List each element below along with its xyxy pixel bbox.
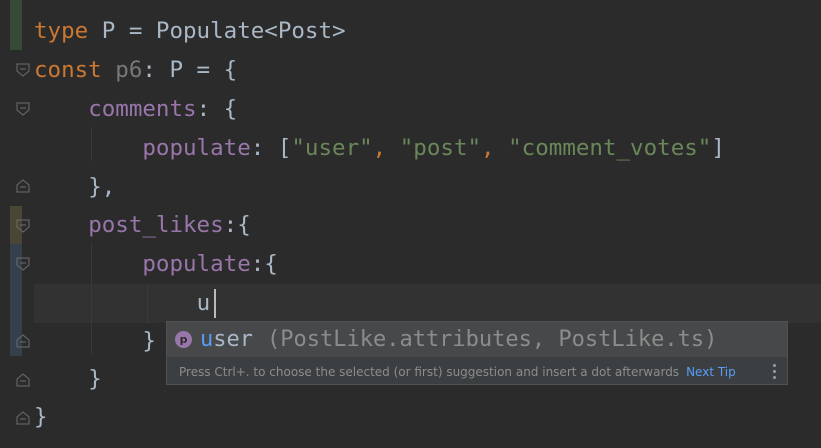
fold-end-icon[interactable] bbox=[16, 411, 30, 425]
completion-popup: p user (PostLike.attributes, PostLike.ts… bbox=[166, 321, 788, 385]
completion-item[interactable]: p user (PostLike.attributes, PostLike.ts… bbox=[167, 322, 787, 357]
fold-end-icon[interactable] bbox=[16, 373, 30, 387]
vcs-change-marker[interactable] bbox=[10, 0, 22, 50]
keyword: const bbox=[34, 57, 102, 83]
completion-match: u bbox=[200, 327, 214, 352]
code-line-8[interactable]: u bbox=[34, 284, 211, 323]
string-literal: "comment_votes" bbox=[508, 135, 712, 161]
comma: , bbox=[481, 135, 509, 161]
code-text: }, bbox=[88, 174, 116, 200]
code-text: : [ bbox=[250, 135, 292, 161]
fold-start-icon[interactable] bbox=[16, 219, 30, 233]
code-line-7[interactable]: populate:{ bbox=[34, 245, 278, 284]
property-name: post_likes bbox=[88, 212, 224, 238]
text-caret bbox=[214, 289, 216, 318]
code-text: ] bbox=[711, 135, 725, 161]
property-name: comments bbox=[88, 96, 197, 122]
property-kind-icon: p bbox=[175, 331, 192, 348]
code-text: } bbox=[34, 404, 48, 430]
code-text: :{ bbox=[250, 251, 278, 277]
completion-footer: Press Ctrl+. to choose the selected (or … bbox=[167, 358, 787, 385]
code-line-2[interactable]: const p6: P = { bbox=[34, 51, 237, 90]
code-line-1[interactable]: type P = Populate<Post> bbox=[34, 12, 346, 51]
code-line-11[interactable]: } bbox=[34, 398, 48, 437]
code-line-3[interactable]: comments: { bbox=[34, 90, 237, 129]
completion-rest: ser bbox=[213, 327, 253, 352]
code-text: : { bbox=[196, 96, 238, 122]
code-line-9[interactable]: } bbox=[34, 322, 156, 361]
fold-end-icon[interactable] bbox=[16, 179, 30, 193]
fold-start-icon[interactable] bbox=[16, 63, 30, 77]
comma: , bbox=[372, 135, 400, 161]
fold-start-icon[interactable] bbox=[16, 257, 30, 271]
completion-hint: Press Ctrl+. to choose the selected (or … bbox=[179, 364, 680, 379]
code-line-10[interactable]: } bbox=[34, 360, 102, 399]
fold-end-icon[interactable] bbox=[16, 334, 30, 348]
code-text: P = Populate<Post> bbox=[88, 18, 346, 44]
editor-gutter bbox=[0, 0, 32, 448]
code-text: } bbox=[88, 366, 102, 392]
code-line-5[interactable]: }, bbox=[34, 168, 115, 207]
keyword: type bbox=[34, 18, 89, 44]
completion-label: user bbox=[200, 327, 253, 352]
code-line-4[interactable]: populate: ["user", "post", "comment_vote… bbox=[34, 129, 725, 168]
code-text: } bbox=[142, 328, 156, 354]
property-name: populate bbox=[142, 135, 251, 161]
completion-location: (PostLike.attributes, PostLike.ts) bbox=[267, 327, 718, 352]
string-literal: "user" bbox=[291, 135, 373, 161]
string-literal: "post" bbox=[399, 135, 482, 161]
variable-name: p6 bbox=[101, 57, 143, 83]
property-name: populate bbox=[142, 251, 251, 277]
code-line-6[interactable]: post_likes:{ bbox=[34, 206, 251, 245]
more-options-icon[interactable] bbox=[773, 364, 777, 379]
next-tip-link[interactable]: Next Tip bbox=[686, 365, 736, 379]
code-text: : P = { bbox=[142, 57, 238, 83]
fold-start-icon[interactable] bbox=[16, 102, 30, 116]
code-text: :{ bbox=[223, 212, 251, 238]
typed-text: u bbox=[196, 290, 211, 316]
